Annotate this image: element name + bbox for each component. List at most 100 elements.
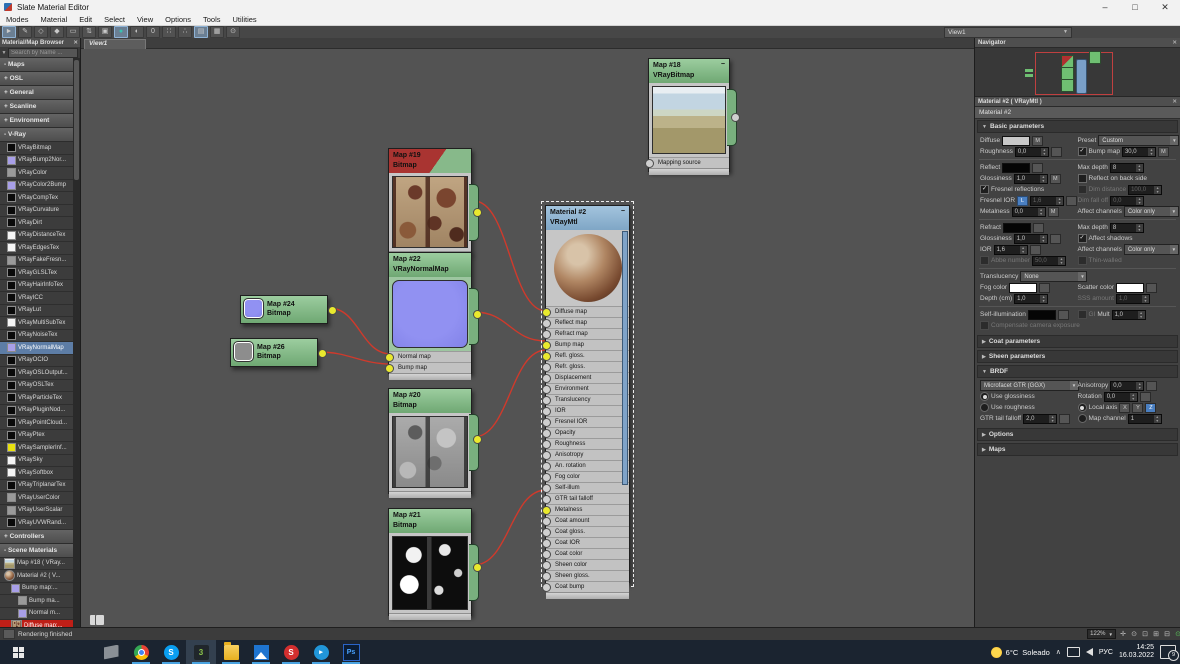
checkbox-box[interactable] (1077, 174, 1087, 183)
hidden-icons-caret[interactable]: ∧ (1056, 648, 1061, 656)
browser-group-osl[interactable]: + OSL (0, 72, 73, 86)
spinner-arrows-icon[interactable]: ▲ ▼ (1142, 294, 1149, 303)
input-socket[interactable] (542, 517, 551, 526)
move-children-icon[interactable]: ⇅ (82, 26, 96, 38)
use-glossiness-radio[interactable]: Use glossiness (980, 392, 1035, 401)
input-socket[interactable] (542, 473, 551, 482)
node-slot-opacity[interactable]: Opacity (542, 427, 629, 438)
browser-item[interactable]: VRayGLSLTex (0, 267, 73, 280)
checkbox-box[interactable] (980, 321, 989, 330)
checkbox-box[interactable]: ✓ (1077, 234, 1087, 243)
spinner-arrows-icon[interactable]: ▲ ▼ (1049, 414, 1057, 423)
refract-color-swatch[interactable] (1002, 222, 1031, 233)
diffuse-color-swatch[interactable] (1002, 135, 1031, 146)
gtr-tail-falloff-spinner[interactable]: 2,0 ▲ ▼ (1023, 413, 1058, 424)
zoom-extents-selected-icon[interactable]: ⊟ (1162, 630, 1172, 639)
node-map26-bitmap[interactable]: Map #26 Bitmap (230, 338, 327, 367)
select-by-material-icon[interactable]: ⊙ (226, 26, 240, 38)
map20-output-socket[interactable] (473, 435, 482, 444)
rollout-brdf[interactable]: ▼ BRDF (977, 365, 1178, 378)
browser-scrollbar[interactable] (73, 58, 80, 628)
browser-group-scene-materials[interactable]: - Scene Materials (0, 543, 73, 558)
browser-item[interactable]: VRaySky (0, 454, 73, 467)
scene-tree-item[interactable]: Map #18 ( VRay... (0, 557, 73, 570)
translucency-dropdown[interactable]: None ▼ (1020, 271, 1088, 282)
reflect-color-swatch[interactable] (1002, 162, 1031, 173)
metalness-map-button[interactable]: M (1047, 206, 1059, 217)
spinner-arrows-icon[interactable]: ▲ ▼ (1154, 185, 1162, 194)
put-material-to-scene-icon[interactable]: ◇ (34, 26, 48, 38)
node-slot-metalness[interactable]: Metalness (542, 504, 629, 515)
assign-material-to-selection-icon[interactable]: ◆ (50, 26, 64, 38)
node-map18-vraybitmap[interactable]: − Map #18 VRayBitmap Mapping source (645, 58, 740, 175)
input-socket[interactable] (385, 364, 394, 373)
map-channel-spinner[interactable]: 1 ▲ ▼ (1127, 413, 1162, 424)
anisotropy-map-button[interactable] (1146, 380, 1158, 391)
node-scrollbar[interactable] (622, 231, 628, 485)
browser-item[interactable]: VRayUserColor (0, 492, 73, 505)
menu-select[interactable]: Select (104, 15, 125, 24)
map22-output-socket[interactable] (473, 310, 482, 319)
spinner-arrows-icon[interactable]: ▲ ▼ (1135, 223, 1143, 232)
radio-circle[interactable] (980, 403, 989, 412)
node-slot-coat-bump[interactable]: Coat bump (542, 581, 629, 592)
navigator-viewport-frame[interactable] (1035, 52, 1113, 95)
browser-group-maps[interactable]: - Maps (0, 58, 73, 72)
rollout-coat-parameters[interactable]: ▶ Coat parameters (977, 335, 1178, 348)
dim-distance-checkbox[interactable]: Dim distance (1077, 185, 1126, 194)
sss-amount-spinner[interactable]: 1,0 ▲ ▼ (1116, 293, 1150, 304)
node-map22-vraynormalmap[interactable]: Map #22 VRayNormalMap Normal map Bump map (385, 252, 482, 380)
browser-item[interactable]: VRayFakeFresn... (0, 254, 73, 267)
input-socket[interactable] (542, 583, 551, 592)
menu-material[interactable]: Material (41, 15, 68, 24)
volume-icon[interactable] (1085, 648, 1093, 656)
input-socket[interactable] (542, 429, 551, 438)
preset-dropdown[interactable]: Custom ▼ (1098, 135, 1180, 146)
gtr-tail-falloff-map-button[interactable] (1059, 413, 1071, 424)
anisotropy-spinner[interactable]: 0,0 ▲ ▼ (1110, 380, 1145, 391)
refract-max-depth-spinner[interactable]: 8 ▲ ▼ (1109, 222, 1144, 233)
node-slot-ior[interactable]: IOR (542, 405, 629, 416)
node-slot-gtr-tail-falloff[interactable]: GTR tail falloff (542, 493, 629, 504)
radio-circle[interactable] (980, 392, 989, 401)
close-button[interactable]: ✕ (1150, 0, 1180, 14)
node-map21-bitmap[interactable]: Map #21 Bitmap (388, 508, 482, 620)
dim-distance-spinner[interactable]: 100,0 ▲ ▼ (1128, 184, 1163, 195)
input-socket[interactable] (542, 528, 551, 537)
taskbar-3ds-max[interactable]: 3 (186, 640, 216, 664)
node-slot-mapping-source[interactable]: Mapping source (645, 157, 729, 168)
browser-item[interactable]: VRayCompTex (0, 192, 73, 205)
show-grid-icon[interactable]: 0 (146, 26, 160, 38)
node-slot-refr-gloss-[interactable]: Refr. gloss. (542, 361, 629, 372)
browser-item[interactable]: VRayICC (0, 292, 73, 305)
input-socket[interactable] (542, 506, 551, 515)
rotation-map-button[interactable] (1139, 391, 1151, 402)
metalness-spinner[interactable]: 0,0 ▲ ▼ (1011, 206, 1046, 217)
browser-item[interactable]: VRayUVWRand... (0, 517, 73, 530)
refract-affect-channels-dropdown[interactable]: Color only ▼ (1123, 244, 1179, 255)
minimize-button[interactable]: – (1090, 0, 1120, 14)
network-icon[interactable] (1066, 647, 1080, 657)
close-icon[interactable]: ✕ (1172, 40, 1177, 46)
input-socket[interactable] (542, 396, 551, 405)
layout-children-icon[interactable]: ∴ (178, 26, 192, 38)
input-socket[interactable] (385, 353, 394, 362)
checkbox-box[interactable]: ✓ (1077, 147, 1087, 156)
abbe-number-spinner[interactable]: 50,0 ▲ ▼ (1032, 255, 1067, 266)
roughness-spinner[interactable]: 0,0 ▲ ▼ (1014, 146, 1049, 157)
fog-color-map-button[interactable] (1039, 282, 1051, 293)
node-slot-displacement[interactable]: Displacement (542, 372, 629, 383)
spinner-arrows-icon[interactable]: ▲ ▼ (1056, 196, 1064, 205)
spinner-arrows-icon[interactable]: ▲ ▼ (1129, 392, 1137, 401)
node-slot-translucency[interactable]: Translucency (542, 394, 629, 405)
pan-to-selection-icon[interactable]: ⊙ (1173, 630, 1180, 639)
pan-hand-icon[interactable]: ✛ (1118, 630, 1128, 639)
browser-item[interactable]: VRayNormalMap (0, 342, 73, 355)
node-map20-bitmap[interactable]: Map #20 Bitmap (388, 388, 482, 498)
map18-output-socket[interactable] (731, 113, 740, 122)
zoom-region-icon[interactable]: ⊡ (1140, 630, 1150, 639)
reflect-back-side-checkbox[interactable]: Reflect on back side (1077, 174, 1147, 183)
browser-item[interactable]: VRayOCIO (0, 354, 73, 367)
input-socket[interactable] (542, 539, 551, 548)
browser-item[interactable]: VRayDirt (0, 217, 73, 230)
